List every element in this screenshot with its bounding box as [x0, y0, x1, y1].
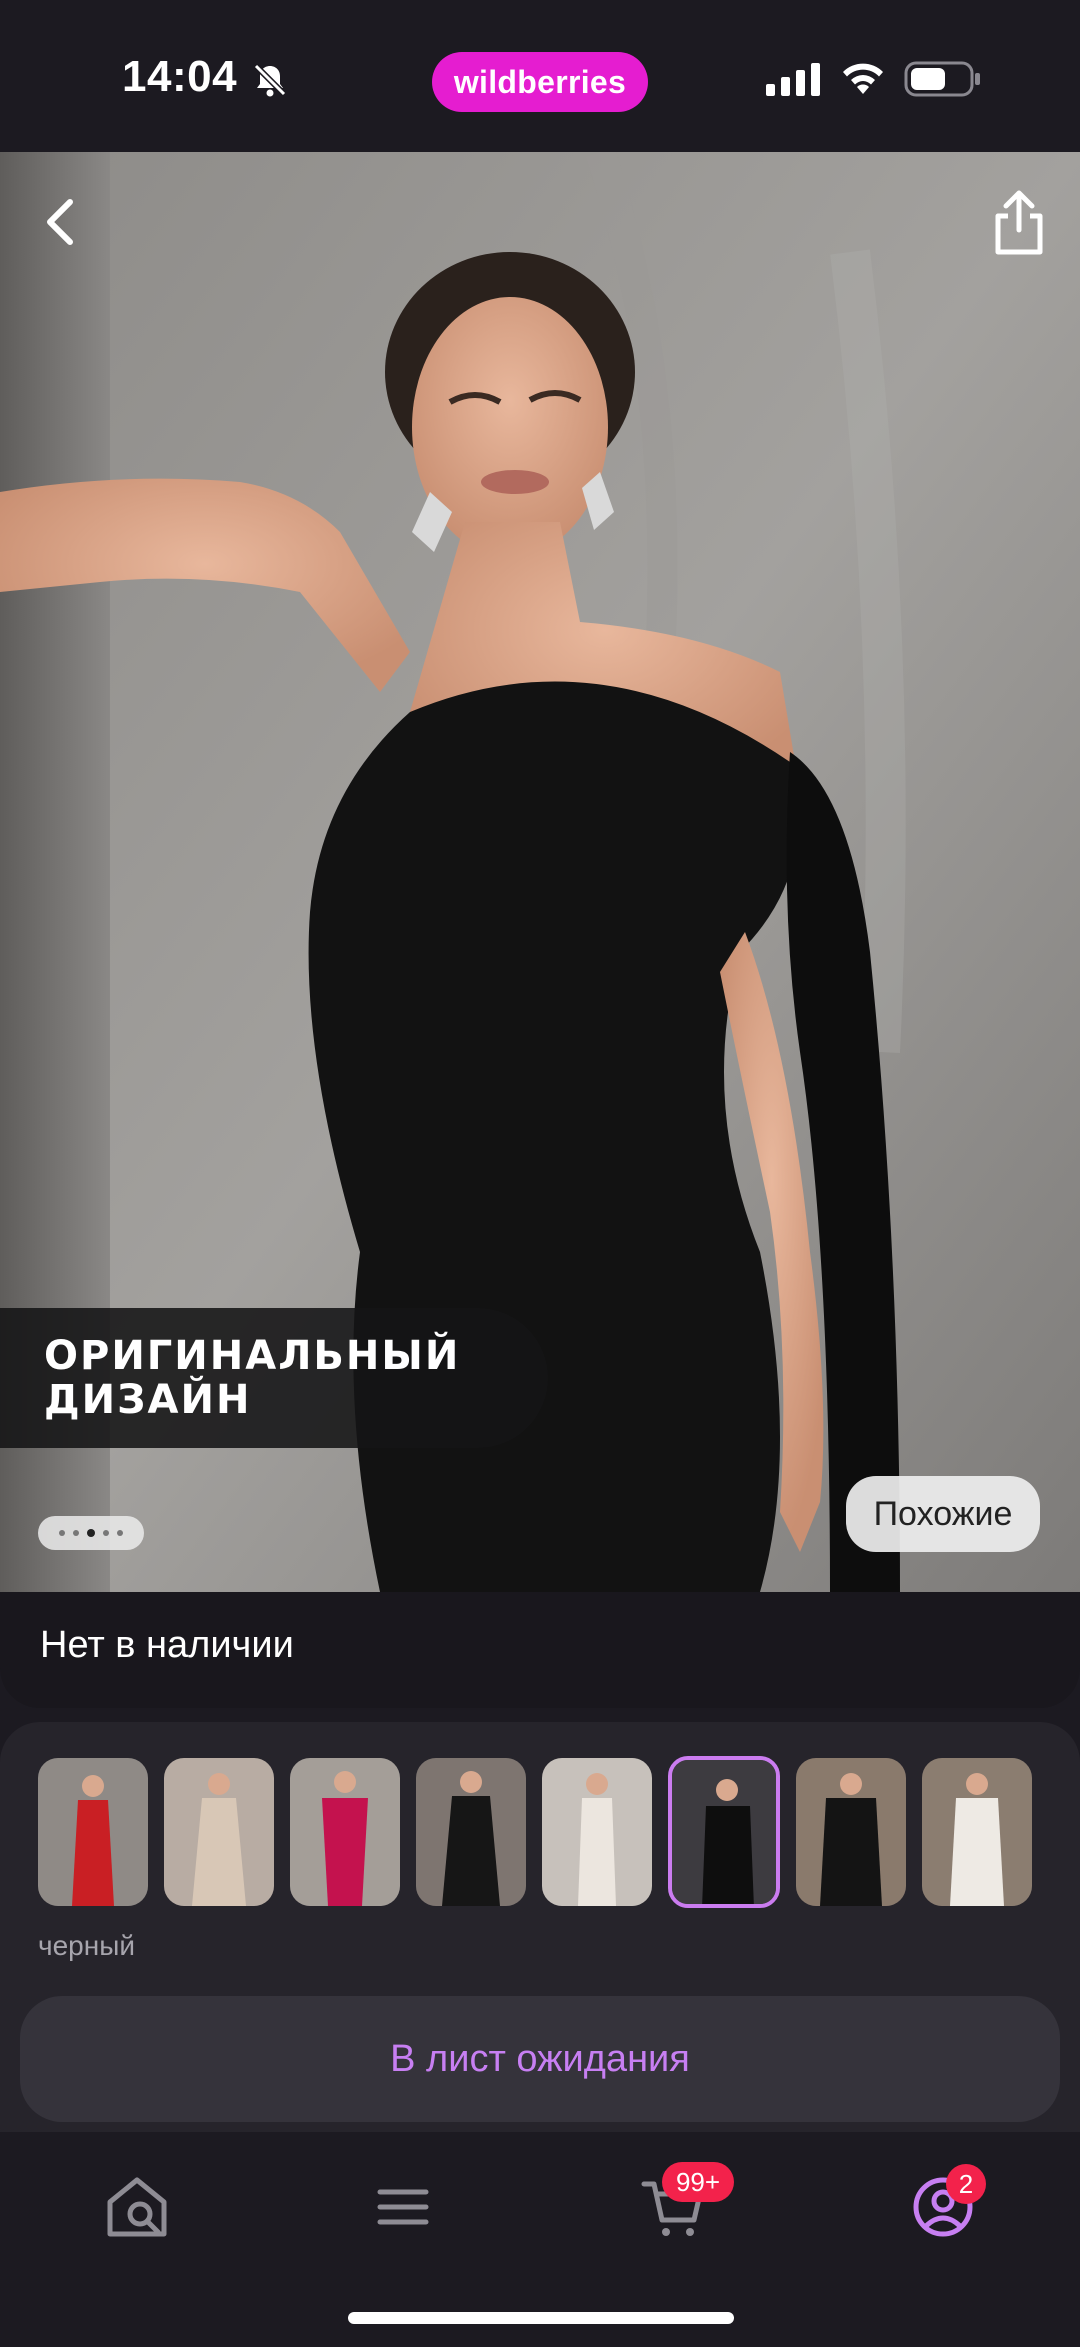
battery-icon — [904, 61, 980, 97]
carousel-dot-active — [87, 1529, 95, 1537]
variant-thumbnail-pink[interactable] — [290, 1758, 400, 1906]
status-bar: 14:04 wildberries — [0, 0, 1080, 152]
variant-thumbnail-beige[interactable] — [164, 1758, 274, 1906]
variant-thumbnail-black-pleated[interactable] — [416, 1758, 526, 1906]
variant-thumbnail-white-knit[interactable] — [922, 1758, 1032, 1906]
variant-selector: черный В лист ожидания — [0, 1722, 1080, 2132]
carousel-dot — [59, 1530, 65, 1536]
thumbnail-image — [796, 1758, 906, 1906]
availability-status: Нет в наличии — [0, 1592, 1080, 1708]
home-indicator — [348, 2312, 734, 2324]
cart-badge: 99+ — [662, 2162, 734, 2202]
carousel-indicator — [38, 1516, 144, 1550]
bell-off-icon — [253, 63, 287, 97]
carousel-dot — [117, 1530, 123, 1536]
share-icon[interactable] — [990, 188, 1048, 258]
variant-thumbnail-black-selected[interactable] — [668, 1756, 780, 1908]
carousel-dot — [103, 1530, 109, 1536]
catalog-menu-icon[interactable] — [368, 2172, 438, 2242]
carousel-dot — [73, 1530, 79, 1536]
promo-line-1: ОРИГИНАЛЬНЫЙ — [44, 1333, 461, 1379]
thumbnail-image — [164, 1758, 274, 1906]
thumbnail-image — [672, 1760, 776, 1904]
thumbnail-image — [542, 1758, 652, 1906]
variant-thumbnail-white[interactable] — [542, 1758, 652, 1906]
brand-logo: wildberries — [432, 52, 648, 112]
wait-list-button[interactable]: В лист ожидания — [20, 1996, 1060, 2122]
status-time: 14:04 — [122, 52, 238, 101]
color-label: черный — [38, 1930, 135, 1961]
variant-thumbnail-black-wrap[interactable] — [796, 1758, 906, 1906]
variant-thumbnails — [38, 1756, 1032, 1908]
promo-banner: ОРИГИНАЛЬНЫЙ ДИЗАЙН — [0, 1308, 548, 1448]
thumbnail-image — [38, 1758, 148, 1906]
signal-icon — [766, 63, 820, 96]
profile-badge: 2 — [946, 2164, 986, 2204]
product-image[interactable]: ОРИГИНАЛЬНЫЙ ДИЗАЙН Похожие — [0, 152, 1080, 1592]
home-search-icon[interactable] — [102, 2172, 172, 2242]
wifi-icon — [843, 63, 883, 94]
back-icon[interactable] — [30, 190, 94, 254]
variant-thumbnail-red[interactable] — [38, 1758, 148, 1906]
thumbnail-image — [290, 1758, 400, 1906]
promo-line-2: ДИЗАЙН — [44, 1377, 252, 1423]
thumbnail-image — [416, 1758, 526, 1906]
thumbnail-image — [922, 1758, 1032, 1906]
similar-button[interactable]: Похожие — [846, 1476, 1040, 1552]
